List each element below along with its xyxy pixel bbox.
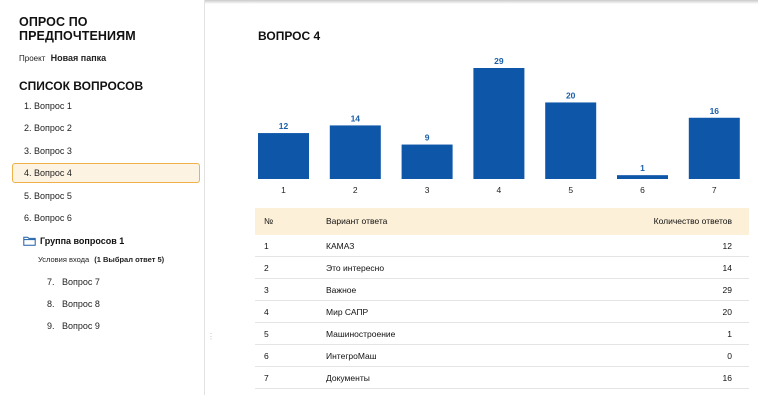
main-content: ВОПРОС 4 12 1 14 2 9 3 29 4 20 5 1 6 16 7 № Вариант о… bbox=[206, 0, 758, 395]
table-row: 1 КАМАЗ 12 bbox=[255, 235, 749, 257]
group-label: Группа вопросов 1 bbox=[40, 236, 125, 246]
x-tick-label: 7 bbox=[712, 185, 717, 195]
cell-answer: Машиностроение bbox=[326, 329, 396, 339]
question-item-8[interactable]: 8. Вопрос 8 bbox=[47, 299, 100, 309]
cell-answer: КАМАЗ bbox=[326, 241, 355, 251]
question-item-5[interactable]: 5. Вопрос 5 bbox=[12, 186, 200, 206]
question-item-6[interactable]: 6. Вопрос 6 bbox=[12, 208, 200, 228]
cell-answer: Мир САПР bbox=[326, 307, 369, 317]
cell-answer: Это интересно bbox=[326, 263, 385, 273]
project-info: Проект Новая папка bbox=[19, 53, 106, 63]
question-item-3[interactable]: 3. Вопрос 3 bbox=[12, 141, 200, 161]
header-answer: Вариант ответа bbox=[326, 216, 388, 226]
condition-value: (1 Выбрал ответ 5) bbox=[94, 255, 165, 264]
questions-list-title: СПИСОК ВОПРОСОВ bbox=[19, 79, 144, 93]
x-tick-label: 5 bbox=[568, 185, 573, 195]
project-name: Новая папка bbox=[50, 53, 107, 63]
question-group[interactable]: Группа вопросов 1 bbox=[23, 236, 124, 246]
bar-value-label: 9 bbox=[425, 133, 430, 143]
question-item-2[interactable]: 2. Вопрос 2 bbox=[12, 118, 200, 138]
cell-number: 2 bbox=[264, 263, 269, 273]
table-row: 4 Мир САПР 20 bbox=[255, 301, 749, 323]
cell-answer: Важное bbox=[326, 285, 357, 295]
question-item-9[interactable]: 9. Вопрос 9 bbox=[47, 321, 100, 331]
bar-value-label: 14 bbox=[351, 113, 361, 123]
question-item-1[interactable]: 1. Вопрос 1 bbox=[12, 96, 200, 116]
cell-number: 7 bbox=[264, 373, 269, 383]
x-tick-label: 2 bbox=[353, 185, 358, 195]
survey-title: ОПРОС ПО ПРЕДПОЧТЕНИЯМ bbox=[19, 15, 136, 43]
x-tick-label: 1 bbox=[281, 185, 286, 195]
cell-answer: Документы bbox=[326, 373, 370, 383]
bar-2 bbox=[329, 125, 381, 179]
bar-value-label: 16 bbox=[710, 106, 720, 116]
question-item-7[interactable]: 7. Вопрос 7 bbox=[47, 277, 100, 287]
bar-value-label: 12 bbox=[279, 121, 289, 131]
header-number: № bbox=[264, 216, 274, 226]
cell-number: 6 bbox=[264, 351, 269, 361]
bar-1 bbox=[258, 133, 309, 179]
cell-number: 1 bbox=[264, 241, 269, 251]
answers-bar-chart: 1211429329420516167 bbox=[258, 56, 740, 195]
x-tick-label: 6 bbox=[640, 185, 645, 195]
x-tick-label: 4 bbox=[497, 185, 502, 195]
bar-value-label: 1 bbox=[640, 163, 645, 173]
table-row: 2 Это интересно 14 bbox=[255, 257, 749, 279]
condition-label: Условия входа bbox=[38, 255, 90, 264]
cell-count: 16 bbox=[722, 373, 732, 383]
bar-7 bbox=[688, 117, 740, 179]
cell-number: 3 bbox=[264, 285, 269, 295]
bar-value-label: 29 bbox=[494, 56, 504, 66]
cell-number: 5 bbox=[264, 329, 269, 339]
cell-count: 29 bbox=[722, 285, 732, 295]
project-label: Проект bbox=[19, 54, 46, 63]
cell-count: 1 bbox=[727, 329, 732, 339]
cell-count: 14 bbox=[722, 263, 732, 273]
cell-count: 12 bbox=[722, 241, 732, 251]
question-item-4[interactable]: 4. Вопрос 4 bbox=[12, 163, 200, 183]
entry-condition: Условия входа (1 Выбрал ответ 5) bbox=[38, 255, 164, 264]
bar-value-label: 20 bbox=[566, 90, 576, 100]
header-count: Количество ответов bbox=[653, 216, 732, 226]
table-header: № Вариант ответа Количество ответов bbox=[255, 208, 749, 235]
bar-4 bbox=[473, 68, 525, 179]
bar-5 bbox=[545, 102, 597, 179]
table-row: 3 Важное 29 bbox=[255, 279, 749, 301]
sidebar: ОПРОС ПО ПРЕДПОЧТЕНИЯМ Проект Новая папк… bbox=[0, 0, 205, 395]
bar-6 bbox=[617, 175, 668, 179]
cell-count: 20 bbox=[722, 307, 732, 317]
cell-answer: ИнтегроМаш bbox=[326, 351, 377, 361]
table-row: 5 Машиностроение 1 bbox=[255, 323, 749, 345]
folder-icon bbox=[23, 236, 36, 246]
cell-count: 0 bbox=[727, 351, 732, 361]
bar-3 bbox=[401, 144, 453, 179]
table-row: 7 Документы 16 bbox=[255, 367, 749, 389]
x-tick-label: 3 bbox=[425, 185, 430, 195]
cell-number: 4 bbox=[264, 307, 269, 317]
table-row: 6 ИнтегроМаш 0 bbox=[255, 345, 749, 367]
answers-table: № Вариант ответа Количество ответов 1 КА… bbox=[255, 208, 749, 389]
